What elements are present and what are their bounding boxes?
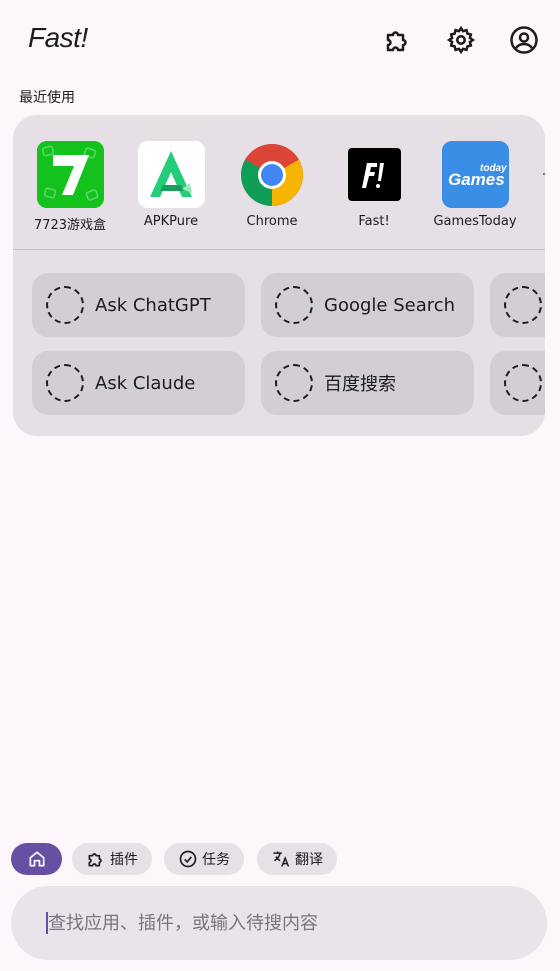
search-input[interactable]	[48, 912, 508, 934]
app-label: Chrome	[246, 214, 298, 229]
placeholder-ring-icon	[275, 286, 313, 324]
action-label: Ask Claude	[95, 372, 196, 394]
translate-icon	[271, 849, 291, 869]
app-screen: Fast! 最近使用 7723游戏盒 APKPure Chrome Fast! …	[0, 0, 560, 971]
check-circle-icon	[178, 849, 198, 869]
action-ask-claude[interactable]: Ask Claude	[32, 351, 245, 415]
action-baidu-search[interactable]: 百度搜索	[261, 351, 474, 415]
placeholder-ring-icon	[46, 364, 84, 402]
recent-card: 7723游戏盒 APKPure Chrome Fast! today Games…	[13, 115, 545, 436]
chrome-app-icon	[239, 141, 306, 208]
home-icon	[27, 849, 47, 869]
overflow-hint	[543, 173, 545, 175]
puzzle-icon	[86, 849, 106, 869]
fast-app-icon	[341, 141, 408, 208]
app-label: APKPure	[143, 214, 199, 229]
action-partial[interactable]	[490, 351, 545, 415]
action-label: Google Search	[324, 294, 456, 316]
app-item-apkpure[interactable]: APKPure	[121, 141, 221, 229]
placeholder-ring-icon	[46, 286, 84, 324]
app-label: GamesToday	[433, 214, 517, 229]
account-icon	[509, 25, 539, 55]
search-bar[interactable]	[11, 886, 547, 960]
action-ask-chatgpt[interactable]: Ask ChatGPT	[32, 273, 245, 337]
filter-home[interactable]	[11, 843, 62, 875]
settings-button[interactable]	[444, 23, 478, 57]
filter-plugins[interactable]: 插件	[72, 843, 152, 875]
placeholder-ring-icon	[504, 364, 542, 402]
placeholder-ring-icon	[275, 364, 313, 402]
action-label: 百度搜索	[324, 374, 396, 395]
apkpure-app-icon	[137, 141, 205, 208]
app-item-fast[interactable]: Fast!	[324, 141, 424, 229]
filter-label: 翻译	[295, 852, 323, 868]
puzzle-icon	[383, 25, 413, 55]
gamestoday-app-icon: today Games	[441, 141, 509, 208]
app-label: 7723游戏盒	[33, 218, 107, 233]
filter-label: 插件	[110, 852, 138, 868]
plugins-button[interactable]	[381, 23, 415, 57]
gear-icon	[446, 25, 476, 55]
filter-translate[interactable]: 翻译	[257, 843, 337, 875]
filter-tasks[interactable]: 任务	[164, 843, 244, 875]
app-label: Fast!	[358, 214, 390, 229]
placeholder-ring-icon	[504, 286, 542, 324]
app-title: Fast!	[28, 22, 88, 53]
action-partial[interactable]	[490, 273, 545, 337]
account-button[interactable]	[507, 23, 541, 57]
7723-app-icon	[36, 141, 104, 208]
app-item-chrome[interactable]: Chrome	[222, 141, 322, 229]
svg-text:Games: Games	[448, 170, 505, 189]
recent-section-label: 最近使用	[19, 90, 75, 106]
app-item-7723[interactable]: 7723游戏盒	[20, 141, 120, 233]
action-label: Ask ChatGPT	[95, 294, 211, 316]
recent-apps-row: 7723游戏盒 APKPure Chrome Fast! today Games…	[13, 115, 545, 250]
filter-label: 任务	[202, 852, 230, 868]
app-item-gamestoday[interactable]: today Games GamesToday	[425, 141, 525, 229]
action-google-search[interactable]: Google Search	[261, 273, 474, 337]
divider	[13, 249, 545, 250]
